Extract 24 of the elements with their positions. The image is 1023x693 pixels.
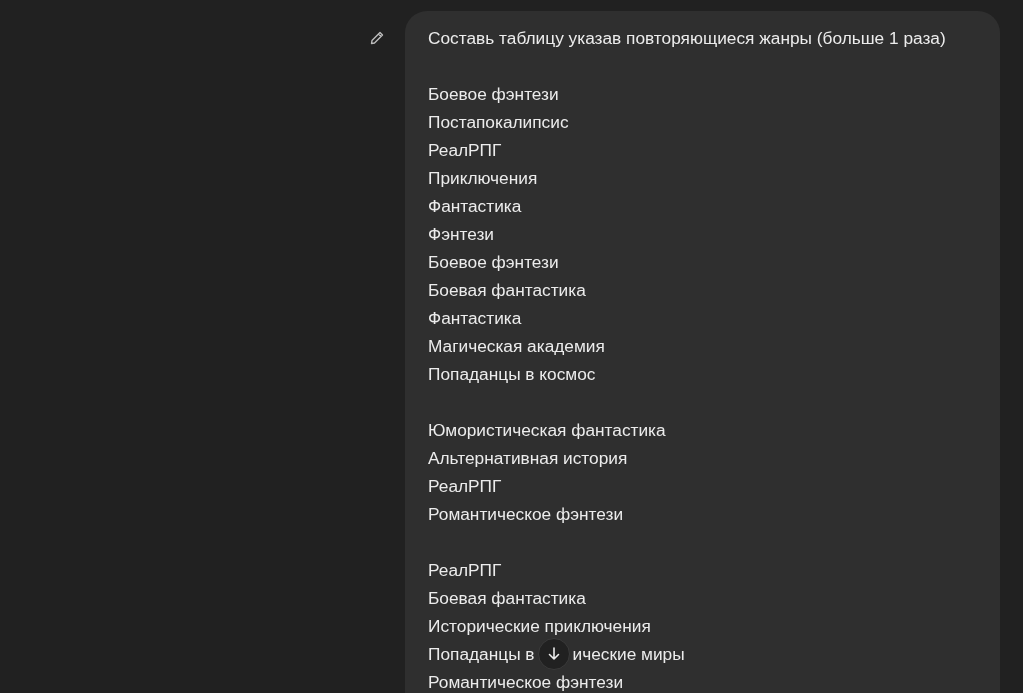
genre-line: Фантастика xyxy=(428,195,523,218)
genre-line: Исторические приключения xyxy=(428,615,652,638)
genre-line-fragment: Попаданцы в xyxy=(428,643,535,666)
genre-line: Боевое фэнтези xyxy=(428,83,560,106)
genre-line: Постапокалипсис xyxy=(428,111,570,134)
genre-line-fragment: ические миры xyxy=(572,643,685,666)
genre-line: Юмористическая фантастика xyxy=(428,419,667,442)
genre-line: РеалРПГ xyxy=(428,139,503,162)
genre-line: РеалРПГ xyxy=(428,559,503,582)
message-text: Составь таблицу указав повторяющиеся жанры (больше 1 раза) xyxy=(428,27,947,50)
scroll-down-button[interactable] xyxy=(537,638,570,670)
genre-line: Боевое фэнтези xyxy=(428,251,560,274)
genre-line: Попаданцы в космос xyxy=(428,363,597,386)
genre-line: РеалРПГ xyxy=(428,475,503,498)
genre-line: Романтическое фэнтези xyxy=(428,503,625,526)
genre-line: Романтическое фэнтези xyxy=(428,671,625,693)
genre-line: Боевая фантастика xyxy=(428,279,587,302)
genre-line: Альтернативная история xyxy=(428,447,629,470)
genre-line: Фэнтези xyxy=(428,223,496,246)
genre-line: Приключения xyxy=(428,167,539,190)
genre-line: Магическая академия xyxy=(428,335,606,358)
genre-line: Боевая фантастика xyxy=(428,587,587,610)
pencil-icon[interactable] xyxy=(369,30,385,46)
genre-line: Фантастика xyxy=(428,307,523,330)
